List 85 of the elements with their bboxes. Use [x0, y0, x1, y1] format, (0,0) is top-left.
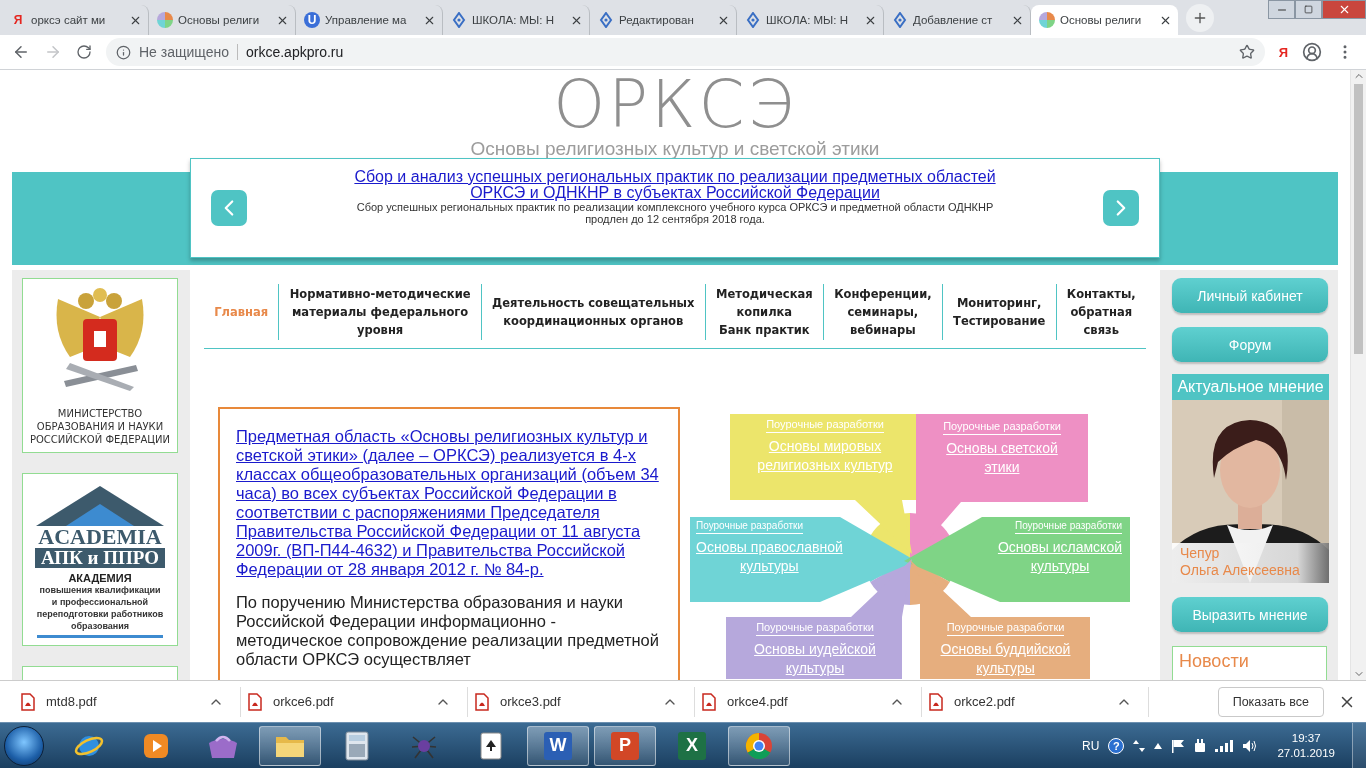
help-icon[interactable]: ? [1108, 737, 1125, 754]
pdf-icon [474, 692, 490, 711]
pdf-icon [20, 692, 36, 711]
clock-time[interactable]: 19:37 [1291, 730, 1321, 746]
show-desktop-button[interactable] [1352, 723, 1366, 768]
academy-description: повышения квалификации и профессиональной переподготовки работников образования [36, 584, 164, 638]
academy-title: АКАДЕМИЯ [68, 572, 132, 584]
callout-label: Поурочные разработки [943, 420, 1061, 435]
browser-tab[interactable]: Основы религи [1031, 5, 1178, 35]
scroll-thumb[interactable] [1354, 84, 1363, 354]
nav-link[interactable]: Мониторинг, Тестирование [941, 284, 1056, 340]
callout-label: Поурочные разработки [1014, 520, 1122, 534]
nav-link[interactable]: Методическая копилка Банк практик [704, 284, 823, 340]
letter-icon: U [304, 12, 320, 28]
drop-icon [451, 12, 467, 28]
clock-date[interactable]: 27.01.2019 [1277, 745, 1335, 761]
academy-abbreviation: АПК и ППРО [34, 548, 166, 568]
academy-brand: ACADEMIA [38, 526, 162, 548]
letter-tile-icon: X [678, 731, 706, 760]
ministry-card[interactable]: МИНИСТЕРСТВО ОБРАЗОВАНИЯ И НАУКИ РОССИЙСКОЙ ФЕДЕРАЦИИ [22, 278, 178, 453]
calculator-icon [344, 730, 370, 761]
intro-text: По поручению Министерства образования и науки Российской Федерации информационно - методическое сопровождение реализации предметной области ОРКСЭ осуществляет [236, 593, 660, 669]
volume-icon[interactable] [1242, 738, 1259, 753]
person-name: Чепур Ольга Алексеевна [1172, 543, 1329, 583]
nav-link[interactable]: Контакты, обратная связь [1055, 284, 1146, 340]
download-item[interactable]: orkce6.pdf [241, 686, 468, 717]
reload-icon[interactable] [76, 44, 92, 60]
intro-link[interactable]: Предметная область «Основы религиозных культур и светской этики» (далее – ОРКСЭ) реализуется в 4-х классах общеобразовательных организаций (объем 34 часа) во всех субъектах Российской Федерации в соответствии с распоряжениями Председателя Правительства Российской Федерации от 11 августа 2009г. (ВП-П44-4632) и Правительства Российской Федерации от 28 января 2012 г. № 84-р. [236, 427, 662, 579]
taskbar-button[interactable]: X [661, 725, 723, 766]
language-indicator[interactable]: RU [1082, 738, 1100, 753]
card-icon [478, 730, 504, 761]
back-icon[interactable] [12, 43, 30, 61]
drop-icon [892, 12, 908, 28]
opinion-title: Актуальное мнение [1172, 374, 1329, 400]
show-all-button[interactable]: Показать все [1217, 686, 1324, 717]
pdf-icon [701, 692, 717, 711]
info-icon [116, 44, 131, 60]
address-bar[interactable]: Не защищено orkce.apkpro.ru [106, 38, 1265, 66]
maximize-icon [1304, 5, 1313, 14]
site-tagline: Основы религиозных культур и светской этики [470, 138, 880, 160]
academy-card[interactable]: ACADEMIA АПК и ППРО АКАДЕМИЯ повышения квалификации и профессиональной переподготовки работников образования [22, 473, 178, 646]
download-item[interactable]: orkce4.pdf [695, 686, 922, 717]
callout-label: Поурочные разработки [766, 418, 884, 433]
download-item[interactable]: orkce3.pdf [468, 686, 695, 717]
pdf-icon [928, 692, 944, 711]
drop-icon [598, 12, 614, 28]
arrows-icon[interactable] [1133, 738, 1146, 753]
nav-link[interactable]: Деятельность совещательных координационных органов [480, 284, 705, 340]
callout-label: Поурочные разработки [946, 621, 1065, 636]
letter-tile-icon: W [544, 731, 572, 760]
new-tab-button[interactable] [1186, 4, 1214, 32]
download-item[interactable]: mtd8.pdf [14, 686, 241, 717]
nav-link[interactable]: Нормативно-методические материалы федерального уровня [278, 284, 481, 340]
star-icon[interactable] [1238, 44, 1255, 60]
scrollbar[interactable] [1350, 70, 1366, 680]
plug-icon[interactable] [1194, 737, 1207, 754]
news-heading: Новости [1172, 646, 1327, 680]
callout-label: Поурочные разработки [696, 520, 804, 534]
circle-logo-icon [744, 730, 774, 761]
taskbar-button[interactable] [728, 725, 790, 766]
url-text: orkce.apkpro.ru [246, 44, 345, 60]
security-label: Не защищено [139, 44, 238, 60]
flag-icon[interactable] [1171, 738, 1186, 753]
drop-icon [745, 12, 761, 28]
taskbar-button[interactable]: W [527, 725, 589, 766]
pinwheel-icon [1039, 12, 1055, 28]
slide-title-link[interactable]: Сбор и анализ успешных региональных практик по реализации предметных областей ОРКСЭ и ОДНКНР в субъектах Российской Федерации [354, 169, 996, 201]
profile-icon[interactable] [1302, 42, 1322, 62]
letter-icon: Я [10, 12, 26, 28]
ministry-name: МИНИСТЕРСТВО ОБРАЗОВАНИЯ И НАУКИ РОССИЙСКОЙ ФЕДЕРАЦИИ [29, 407, 171, 446]
nav-link[interactable]: Конференции, семинары, вебинары [822, 284, 942, 340]
letter-tile-icon: P [611, 731, 639, 760]
taskbar-button[interactable] [259, 725, 321, 766]
slide-summary: Сбор успешных региональных практик по реализации комплексного учебного курса ОРКСЭ и предметной области ОДНКНР продлен до 12 сентября 2018 года. [356, 201, 994, 225]
callout-label: Поурочные разработки [756, 621, 874, 636]
minimize-button[interactable] [1268, 0, 1295, 19]
pinwheel-icon [157, 12, 173, 28]
taskbar-button[interactable]: P [594, 725, 656, 766]
signal-icon[interactable] [1215, 739, 1234, 752]
plus-icon [1192, 10, 1208, 26]
caret-icon[interactable] [1154, 742, 1163, 749]
pdf-icon [247, 692, 263, 711]
start-button[interactable] [4, 725, 44, 766]
extension-icon[interactable]: Я [1278, 44, 1288, 60]
download-item[interactable]: orkce2.pdf [922, 686, 1149, 717]
